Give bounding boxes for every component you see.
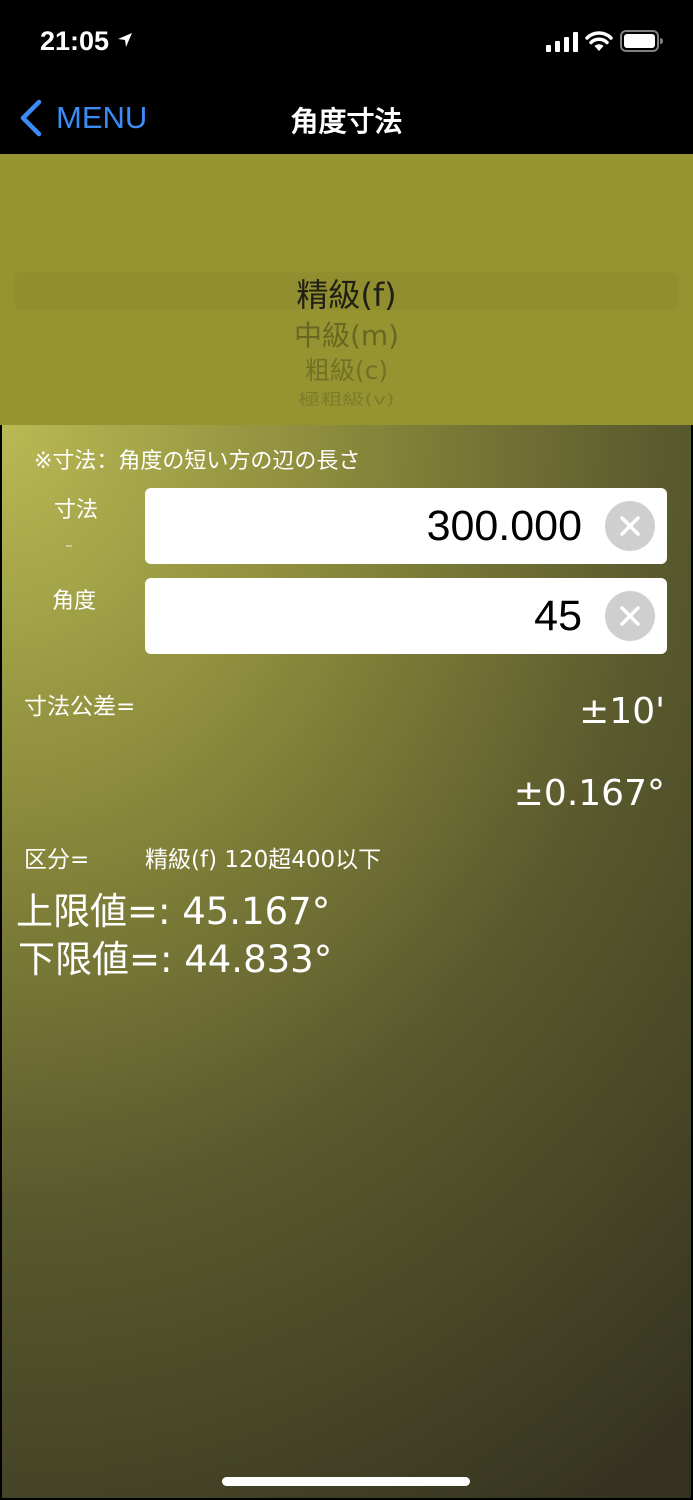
calculator-panel: ※寸法：角度の短い方の辺の長さ 寸法 300.000 角度 45 寸法公差= ±… [2, 425, 691, 1498]
picker-option-very-coarse[interactable]: 極粗級(v) [0, 387, 693, 409]
tolerance-minutes: ±10' [579, 691, 665, 732]
grade-picker[interactable]: 精級(f) 中級(m) 粗級(c) 極粗級(v) [0, 154, 693, 425]
angle-value: 45 [534, 592, 582, 640]
location-arrow-icon [118, 33, 132, 47]
dimension-label: 寸法 [54, 498, 99, 523]
tolerance-label: 寸法公差= [24, 694, 136, 720]
clear-icon [620, 516, 640, 536]
dimension-note: ※寸法：角度の短い方の辺の長さ [34, 449, 361, 474]
upper-limit: 上限値=: 45.167° [16, 890, 331, 933]
clear-dimension-button[interactable] [605, 501, 655, 551]
tolerance-degrees: ±0.167° [513, 773, 665, 814]
status-bar: 21:05 [0, 0, 693, 84]
angle-input[interactable]: 45 [145, 578, 667, 654]
lower-limit: 下限値=: 44.833° [18, 938, 333, 981]
battery-icon [620, 30, 663, 52]
picker-option-coarse[interactable]: 粗級(c) [0, 351, 693, 387]
app-screen: 21:05 MENU 角度寸法 精級(f) 中級(m) 粗級(c) 極粗級(v)… [0, 0, 693, 1500]
category-value: 精級(f) 120超400以下 [145, 847, 382, 873]
picker-option-fine[interactable]: 精級(f) [0, 270, 693, 316]
status-time: 21:05 [40, 26, 110, 56]
home-indicator[interactable] [222, 1477, 470, 1486]
clear-icon [620, 606, 640, 626]
wifi-icon [585, 31, 613, 51]
dimension-value: 300.000 [426, 502, 582, 550]
page-title: 角度寸法 [290, 105, 403, 138]
clear-angle-button[interactable] [605, 591, 655, 641]
angle-label: 角度 [52, 589, 97, 614]
cellular-signal-icon [546, 32, 578, 52]
divider-dash [66, 545, 72, 547]
dimension-input[interactable]: 300.000 [145, 488, 667, 564]
navigation-bar: MENU 角度寸法 [0, 84, 693, 154]
category-label: 区分= [24, 847, 90, 873]
picker-option-medium[interactable]: 中級(m) [0, 314, 693, 354]
